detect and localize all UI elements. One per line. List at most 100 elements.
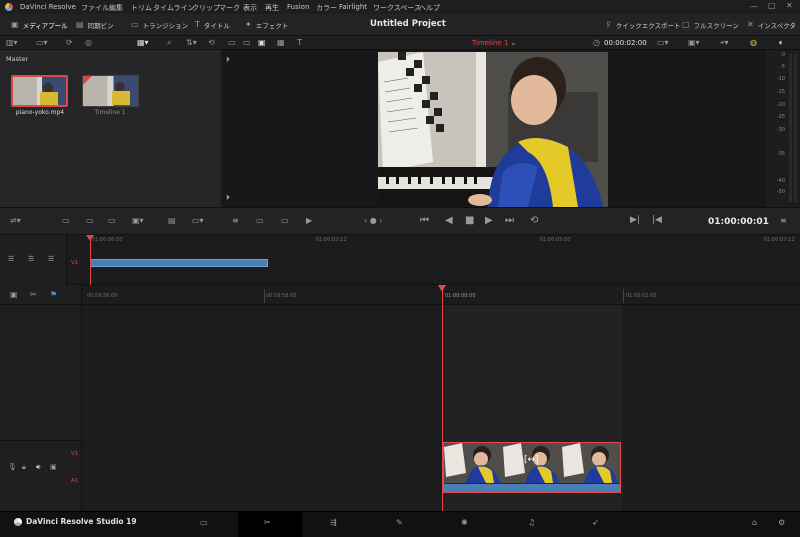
brand-label: DaVinci Resolve Studio 19	[14, 517, 137, 526]
skip-forward-icon-bottom[interactable]: ⏵︎	[226, 194, 230, 202]
home-icon[interactable]: ⌂	[752, 519, 757, 527]
close-icon[interactable]: ✕	[786, 2, 793, 10]
viewer-mode-icon[interactable]: ▣▾	[688, 39, 700, 47]
menu-clip[interactable]: クリップ	[192, 3, 220, 13]
viewer-size-icon[interactable]: ▭▾	[657, 39, 669, 47]
append-icon[interactable]: ▭	[86, 217, 94, 225]
meter-scale-5: -5	[780, 64, 785, 70]
sync-icon[interactable]: ◎	[85, 39, 92, 47]
monitor-icon[interactable]: ▣	[50, 464, 57, 471]
inspector-button[interactable]: ✕ インスペクタ	[747, 20, 796, 31]
menu-playback[interactable]: 再生	[265, 3, 279, 13]
meter-scale-30: -30	[776, 127, 785, 133]
menu-trim[interactable]: トリム	[131, 3, 152, 13]
grid-view-icon[interactable]: ▦▾	[137, 39, 149, 47]
stop-icon[interactable]: ■	[465, 216, 474, 226]
titles-button[interactable]: T タイトル	[195, 20, 230, 31]
clip-icon-1[interactable]: ▭	[256, 217, 264, 225]
prev-clip-icon[interactable]: |◀	[652, 216, 662, 225]
menu-color[interactable]: カラー	[316, 3, 337, 13]
media-pool-button[interactable]: ▣ メディアプール	[11, 20, 68, 31]
timeline-dropdown-icon[interactable]: ⌄	[510, 39, 517, 47]
menu-workspace[interactable]: ワークスペース	[373, 3, 421, 13]
go-to-end-icon[interactable]: ⏭︎	[505, 216, 514, 226]
color-page-icon[interactable]: ✺	[461, 519, 468, 527]
source-overwrite-icon[interactable]: ▭▾	[192, 217, 204, 225]
menu-fusion[interactable]: Fusion	[287, 3, 309, 11]
track-tool-icon-1[interactable]: ☰	[8, 256, 14, 263]
clip-icon-2[interactable]: ▭	[281, 217, 289, 225]
mic-icon[interactable]: 🎙︎	[8, 464, 17, 471]
upper-playhead-handle[interactable]	[86, 235, 94, 241]
refresh-icon[interactable]: ⟲	[208, 39, 215, 47]
speaker-icon[interactable]: 🔊︎	[36, 464, 40, 471]
view-mode-icon-4[interactable]: ▦	[277, 39, 285, 47]
menu-file[interactable]: ファイル	[81, 3, 109, 13]
transport-timecode: 01:00:00:01	[708, 217, 769, 227]
search-icon[interactable]: ⌕	[167, 39, 171, 47]
menu-edit[interactable]: 編集	[109, 3, 123, 13]
go-to-start-icon[interactable]: ⏮︎	[420, 216, 429, 226]
sort-icon[interactable]: ⇅▾	[186, 39, 197, 47]
transitions-button[interactable]: ▭ トランジション	[131, 20, 188, 31]
smart-insert-icon[interactable]: ▭	[62, 217, 70, 225]
volume-icon[interactable]: 🔈︎	[779, 39, 784, 47]
clip-thumbnail-timeline[interactable]	[82, 75, 139, 107]
viewer-toggle-icon[interactable]: ▣	[10, 291, 18, 299]
import-icon[interactable]: ▭▾	[36, 39, 48, 47]
maximize-icon[interactable]: □	[768, 2, 776, 10]
menu-mark[interactable]: マーク	[219, 3, 240, 13]
minimize-icon[interactable]: —	[750, 3, 758, 11]
ripple-overwrite-icon[interactable]: ▭	[108, 217, 116, 225]
scissors-icon[interactable]: ✂	[30, 291, 37, 299]
menu-fairlight[interactable]: Fairlight	[339, 3, 367, 11]
quick-export-button[interactable]: ⇪ クイックエクスポート	[605, 20, 681, 31]
prev-marker-icon[interactable]: ‹ ● ›	[364, 217, 382, 225]
edit-page-icon[interactable]: ⇶	[330, 519, 337, 527]
close-up-icon[interactable]: ▣▾	[132, 217, 144, 225]
view-mode-icon-1[interactable]: ▭	[228, 39, 236, 47]
effects-button[interactable]: ✦ エフェクト	[245, 20, 288, 31]
clip-thumbnail-piano[interactable]	[11, 75, 68, 107]
menu-view[interactable]: 表示	[243, 3, 257, 13]
upper-timeline-clip[interactable]	[90, 259, 268, 267]
upper-playhead[interactable]	[90, 235, 91, 285]
timeline-video-clip[interactable]: [↔]	[443, 442, 621, 493]
link-icon[interactable]: ⟳	[66, 39, 73, 47]
timeline-selector[interactable]: Timeline 1	[472, 39, 508, 47]
loop-icon[interactable]: ⟲	[530, 216, 538, 226]
lock-icon[interactable]: 🔒︎	[22, 464, 26, 471]
sync-bin-button[interactable]: ▤ 同期ビン	[76, 20, 114, 31]
lower-tools-header: ▣ ✂ ⚑	[0, 285, 82, 305]
track-tool-icon-2[interactable]: ☰	[28, 256, 34, 263]
marker-flag-icon[interactable]: ⚑	[50, 291, 57, 299]
audio-adjust-icon[interactable]: ≡	[232, 217, 239, 225]
options-menu-icon[interactable]: ≡	[780, 217, 787, 225]
place-on-top-icon[interactable]: ▤	[168, 217, 176, 225]
meter-scale-20: -20	[776, 102, 785, 108]
cut-page-tab-active[interactable]: ✂	[238, 512, 302, 537]
layout-icon[interactable]: ⇌▾	[10, 217, 21, 225]
fullscreen-button[interactable]: ▢ フルスクリーン	[682, 20, 739, 31]
reverse-play-icon[interactable]: ◀	[445, 216, 453, 226]
skip-forward-icon[interactable]: ⏵︎	[226, 56, 230, 64]
track-tool-icon-3[interactable]: ☰	[48, 256, 54, 263]
fusion-page-icon[interactable]: ✎	[396, 519, 403, 527]
view-mode-icon-2[interactable]: ▭	[243, 39, 251, 47]
view-mode-icon-3[interactable]: ▣	[258, 39, 266, 47]
next-clip-icon[interactable]: ▶|	[630, 216, 640, 225]
fairlight-page-icon[interactable]: ♫	[528, 519, 535, 527]
deliver-page-icon[interactable]: ➶	[592, 519, 599, 527]
slip-icon[interactable]: ▶	[306, 217, 312, 225]
media-page-icon[interactable]: ▭	[200, 519, 208, 527]
settings-gear-icon[interactable]: ⚙	[778, 519, 785, 527]
menu-timeline[interactable]: タイムライン	[153, 3, 195, 13]
color-wheel-icon[interactable]: ◍	[750, 39, 757, 47]
panel-layout-icon[interactable]: ▥▾	[6, 39, 18, 47]
menu-help[interactable]: ヘルプ	[419, 3, 440, 13]
text-tool-icon[interactable]: T	[297, 39, 302, 47]
transform-icon[interactable]: ⌖▾	[720, 39, 729, 47]
lower-playhead-handle[interactable]	[438, 285, 446, 292]
lower-playhead[interactable]	[442, 289, 443, 511]
play-icon[interactable]: ▶	[485, 216, 493, 226]
